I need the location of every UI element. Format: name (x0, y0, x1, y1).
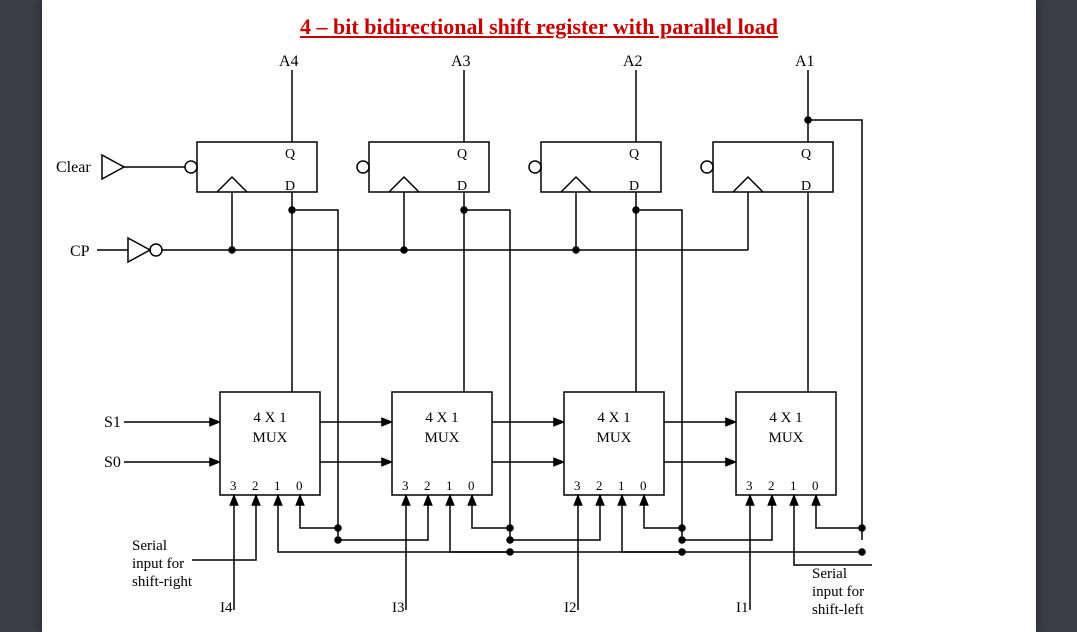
i2-label: I2 (564, 600, 577, 616)
mux4-label: MUX (252, 430, 287, 446)
serial-right-1: Serial (132, 538, 167, 554)
mux3-label: MUX (424, 430, 459, 446)
mux2-p3: 3 (574, 478, 581, 493)
i3-label: I3 (392, 600, 405, 616)
mux1-label: MUX (768, 430, 803, 446)
mux3-p0: 0 (468, 478, 475, 493)
ff1-q: Q (801, 147, 811, 162)
mux1-type: 4 X 1 (769, 410, 802, 426)
mux2-label: MUX (596, 430, 631, 446)
mux3-p1: 1 (446, 478, 453, 493)
mux1-p3: 3 (746, 478, 753, 493)
s0-label: S0 (104, 454, 121, 471)
clear-label: Clear (56, 159, 91, 176)
mux4-p1: 1 (274, 478, 281, 493)
mux2-p2: 2 (596, 478, 603, 493)
mux4-p2: 2 (252, 478, 259, 493)
i1-label: I1 (736, 600, 749, 616)
ff3-q: Q (457, 147, 467, 162)
serial-right-3: shift-right (132, 574, 193, 590)
mux2-p1: 1 (618, 478, 625, 493)
ff4-q: Q (285, 147, 295, 162)
mux4-type: 4 X 1 (253, 410, 286, 426)
mux1-p2: 2 (768, 478, 775, 493)
ff3-d: D (457, 179, 467, 194)
mux1-p0: 0 (812, 478, 819, 493)
ff2-d: D (629, 179, 639, 194)
out-a2: A2 (623, 53, 643, 70)
mux2-p0: 0 (640, 478, 647, 493)
out-a1: A1 (795, 53, 815, 70)
ff2-q: Q (629, 147, 639, 162)
mux2-type: 4 X 1 (597, 410, 630, 426)
i4-label: I4 (220, 600, 233, 616)
cp-label: CP (70, 243, 90, 260)
diagram: Q D Q D Q D Q D Clear CP A4 A3 A2 A1 4 X… (42, 0, 1036, 632)
mux4-p0: 0 (296, 478, 303, 493)
mux3-p2: 2 (424, 478, 431, 493)
serial-left-2: input for (812, 584, 864, 600)
serial-left-3: shift-left (812, 602, 864, 618)
out-a3: A3 (451, 53, 471, 70)
ff4-d: D (285, 179, 295, 194)
mux4-p3: 3 (230, 478, 237, 493)
out-a4: A4 (279, 53, 299, 70)
s1-label: S1 (104, 414, 121, 431)
mux3-type: 4 X 1 (425, 410, 458, 426)
mux3-p3: 3 (402, 478, 409, 493)
mux1-p1: 1 (790, 478, 797, 493)
ff1-d: D (801, 179, 811, 194)
serial-left-1: Serial (812, 566, 847, 582)
serial-right-2: input for (132, 556, 184, 572)
